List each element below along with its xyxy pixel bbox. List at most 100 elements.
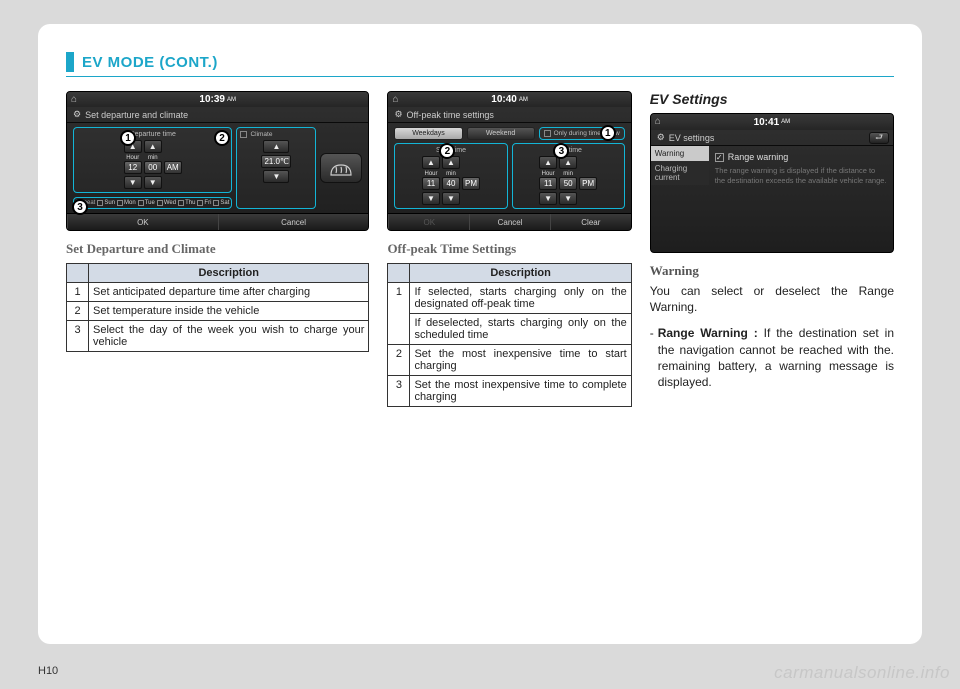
- table-header: Description: [410, 264, 631, 283]
- screen-title-row: ⚙ EV settings: [651, 130, 893, 146]
- hour-down[interactable]: ▼: [124, 176, 142, 189]
- table-row: 3Select the day of the week you wish to …: [67, 321, 369, 352]
- gear-icon: ⚙: [73, 109, 81, 120]
- range-warning-bullet: - Range Warning : If the destination set…: [650, 325, 894, 390]
- day-thu[interactable]: Thu: [178, 200, 195, 206]
- callout-3: 3: [72, 199, 88, 215]
- cancel-button[interactable]: Cancel: [469, 214, 550, 230]
- start-ampm[interactable]: PM: [462, 177, 480, 190]
- status-bar: ⌂ 10:40 AM: [388, 92, 630, 107]
- caption-1: Set Departure and Climate: [66, 241, 369, 257]
- defrost-icon: [329, 159, 353, 177]
- eh-up[interactable]: ▲: [539, 156, 557, 169]
- end-hour: 11: [539, 177, 557, 190]
- em-down[interactable]: ▼: [559, 192, 577, 205]
- eh-down[interactable]: ▼: [539, 192, 557, 205]
- departure-label: Departure time: [77, 131, 228, 138]
- day-wed[interactable]: Wed: [157, 200, 176, 206]
- temp-up[interactable]: ▲: [263, 140, 289, 153]
- page-number: H10: [38, 665, 58, 677]
- ev-settings-heading: EV Settings: [650, 91, 894, 107]
- climate-checkbox[interactable]: Climate: [240, 131, 312, 138]
- range-warning-checkbox[interactable]: ✓ Range warning: [715, 152, 887, 162]
- screenshot-ev-settings: ⌂ 10:41 AM ⚙ EV settings ⮐ Warning Charg…: [650, 113, 894, 253]
- sh-down[interactable]: ▼: [422, 192, 440, 205]
- column-3: EV Settings ⌂ 10:41 AM ⚙ EV settings ⮐ W…: [650, 91, 894, 407]
- sidebar-tab-warning[interactable]: Warning: [651, 146, 709, 161]
- ok-button[interactable]: OK: [67, 214, 218, 230]
- min-up[interactable]: ▲: [144, 140, 162, 153]
- end-ampm[interactable]: PM: [579, 177, 597, 190]
- clock-ampm: AM: [519, 97, 528, 103]
- warning-body: You can select or deselect the Range War…: [650, 283, 894, 315]
- screen-body: Weekdays Weekend Only during time below: [388, 123, 630, 213]
- screenshot-2-wrap: ⌂ 10:40 AM ⚙ Off-peak time settings Week…: [387, 91, 631, 231]
- callout-1: 1: [600, 125, 616, 141]
- header-accent: [66, 52, 74, 72]
- departure-time-panel: Departure time ▲ ▲ Hour 12: [73, 127, 232, 193]
- defrost-button[interactable]: [320, 153, 362, 183]
- sh-up[interactable]: ▲: [422, 156, 440, 169]
- back-button[interactable]: ⮐: [869, 132, 889, 144]
- watermark: carmanualsonline.info: [774, 663, 950, 683]
- callout-2: 2: [214, 130, 230, 146]
- table-row: 3Set the most inexpensive time to comple…: [388, 376, 631, 407]
- clock-time: 10:39: [199, 94, 225, 105]
- bullet-dash: -: [650, 325, 654, 390]
- table-row: 1If selected, starts charging only on th…: [388, 283, 631, 314]
- day-sun[interactable]: Sun: [97, 200, 115, 206]
- temp-value: 21.0℃: [261, 155, 291, 168]
- tab-weekdays[interactable]: Weekdays: [394, 127, 462, 140]
- screen-title-row: ⚙ Set departure and climate: [67, 107, 368, 123]
- table-1: Description 1Set anticipated departure t…: [66, 263, 369, 352]
- min-value: 00: [144, 161, 162, 174]
- table-row: 2Set the most inexpensive time to start …: [388, 345, 631, 376]
- screen-title-text: EV settings: [669, 133, 715, 143]
- table-header: Description: [89, 264, 369, 283]
- repeat-days-panel: Repeat Sun Mon Tue Wed Thu Fri Sat: [73, 197, 232, 209]
- min-down[interactable]: ▼: [144, 176, 162, 189]
- sm-down[interactable]: ▼: [442, 192, 460, 205]
- screenshot-1-wrap: ⌂ 10:39 AM ⚙ Set departure and climate D…: [66, 91, 369, 231]
- clear-button[interactable]: Clear: [550, 214, 631, 230]
- settings-main: ✓ Range warning The range warning is dis…: [709, 146, 893, 252]
- sidebar-tab-charging[interactable]: Charging current: [651, 161, 709, 185]
- hour-value: 12: [124, 161, 142, 174]
- manual-page: EV MODE (CONT.) ⌂ 10:39 AM ⚙ Set departu…: [38, 24, 922, 644]
- day-tue[interactable]: Tue: [138, 200, 155, 206]
- day-mon[interactable]: Mon: [117, 200, 136, 206]
- settings-sidebar: Warning Charging current: [651, 146, 709, 252]
- clock-time: 10:40: [491, 94, 517, 105]
- gear-icon: ⚙: [394, 109, 402, 120]
- table-2: Description 1If selected, starts chargin…: [387, 263, 631, 407]
- temp-down[interactable]: ▼: [263, 170, 289, 183]
- cancel-button[interactable]: Cancel: [218, 214, 369, 230]
- divider: [66, 76, 894, 77]
- column-1: ⌂ 10:39 AM ⚙ Set departure and climate D…: [66, 91, 369, 407]
- status-bar: ⌂ 10:41 AM: [651, 114, 893, 130]
- home-icon: ⌂: [71, 94, 77, 105]
- screen-title-text: Off-peak time settings: [407, 110, 494, 120]
- home-icon: ⌂: [392, 94, 398, 105]
- start-min: 40: [442, 177, 460, 190]
- column-2: ⌂ 10:40 AM ⚙ Off-peak time settings Week…: [387, 91, 631, 407]
- section-header: EV MODE (CONT.): [66, 52, 894, 72]
- caption-2: Off-peak Time Settings: [387, 241, 631, 257]
- screenshot-offpeak: ⌂ 10:40 AM ⚙ Off-peak time settings Week…: [387, 91, 631, 231]
- day-fri[interactable]: Fri: [197, 200, 211, 206]
- day-sat[interactable]: Sat: [213, 200, 229, 206]
- range-warning-label: Range warning: [728, 152, 789, 162]
- section-title: EV MODE (CONT.): [82, 54, 218, 71]
- screen-title-row: ⚙ Off-peak time settings: [388, 107, 630, 123]
- warning-subtitle: Warning: [650, 263, 894, 279]
- range-warning-description: The range warning is displayed if the di…: [715, 166, 887, 186]
- screen-title-text: Set departure and climate: [85, 110, 188, 120]
- bottom-buttons: OK Cancel: [67, 213, 368, 230]
- start-hour: 11: [422, 177, 440, 190]
- home-icon: ⌂: [655, 116, 661, 127]
- screen-body: Warning Charging current ✓ Range warning…: [651, 146, 893, 252]
- ampm-toggle[interactable]: AM: [164, 161, 182, 174]
- tab-weekend[interactable]: Weekend: [467, 127, 535, 140]
- table-row: 1Set anticipated departure time after ch…: [67, 283, 369, 302]
- ok-button[interactable]: OK: [388, 214, 469, 230]
